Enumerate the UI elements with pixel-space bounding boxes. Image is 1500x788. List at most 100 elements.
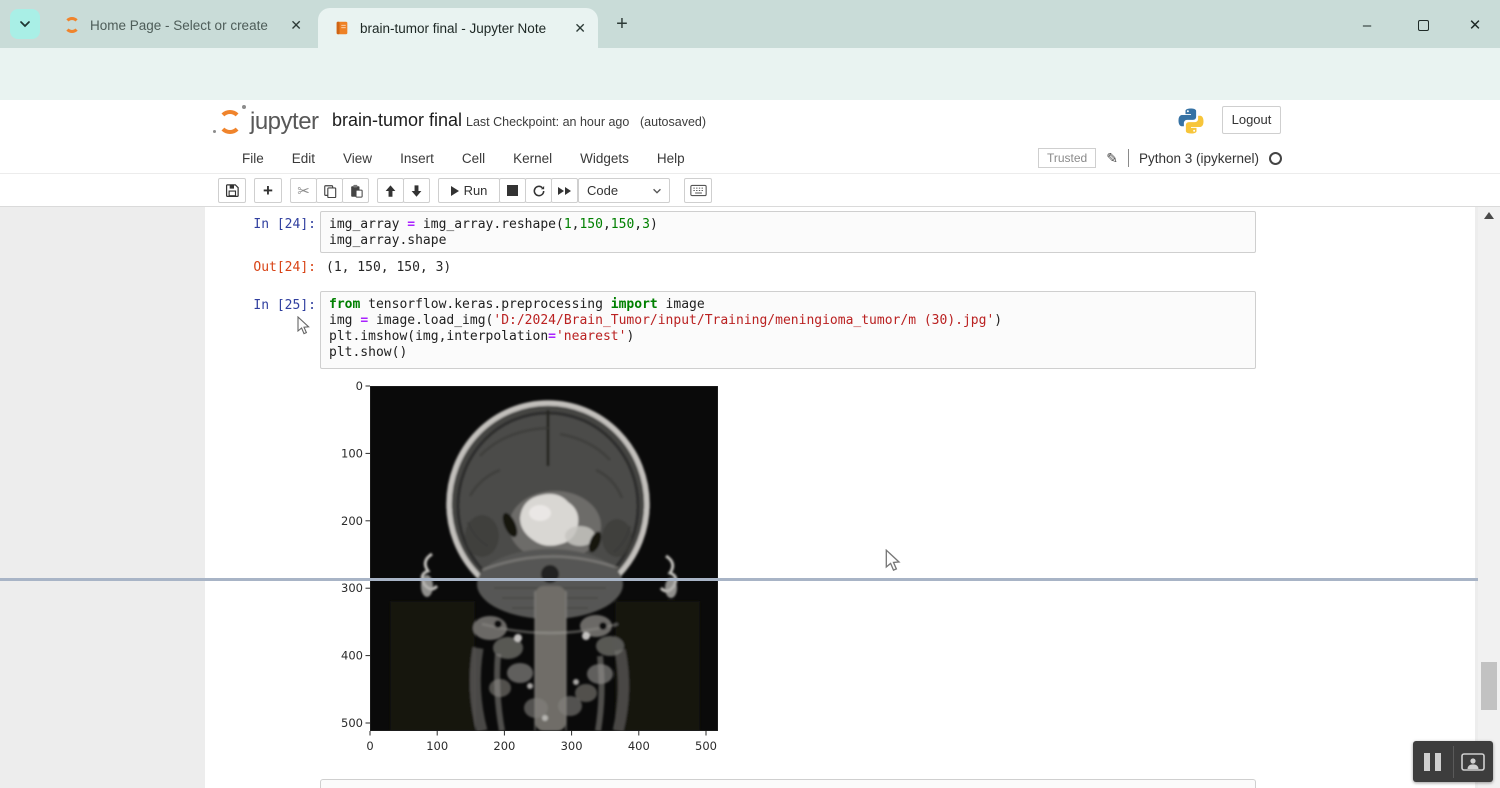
menu-file[interactable]: File — [228, 151, 278, 166]
cell-input-prompt: In [25]: — [230, 298, 316, 313]
interrupt-kernel-button[interactable] — [499, 178, 526, 203]
paste-cell-button[interactable] — [342, 178, 369, 203]
keyboard-shortcuts-button[interactable] — [684, 178, 712, 203]
tab-title: brain-tumor final - Jupyter Note — [360, 21, 560, 36]
edit-title-pencil-icon[interactable]: ✎ — [1106, 150, 1118, 167]
maximize-icon — [1418, 20, 1429, 31]
divider — [1128, 149, 1129, 167]
x-tick-label: 200 — [493, 739, 515, 753]
scrollbar-thumb[interactable] — [1481, 662, 1497, 710]
cut-cell-button[interactable]: ✂ — [290, 178, 317, 203]
code-cell-input[interactable]: img_array = img_array.reshape(1,150,150,… — [320, 211, 1256, 253]
keyboard-icon — [690, 184, 707, 197]
plus-icon: + — [263, 181, 273, 201]
notebook-container: In [24]: img_array = img_array.reshape(1… — [205, 207, 1475, 788]
move-cell-down-button[interactable] — [403, 178, 430, 203]
save-button[interactable] — [218, 178, 246, 203]
figure-y-axis: 0 100 200 300 400 500 — [341, 379, 370, 730]
x-tick-label: 500 — [695, 739, 717, 753]
arrow-up-icon — [384, 184, 397, 198]
code-line: img_array.shape — [329, 233, 1247, 249]
tab-search-button[interactable] — [10, 9, 40, 39]
code-line: img_array = img_array.reshape(1,150,150,… — [329, 217, 1247, 233]
webcam-frame-button[interactable] — [1454, 741, 1494, 782]
checkpoint-status: Last Checkpoint: an hour ago — [466, 115, 629, 129]
cell-output-prompt: Out[24]: — [230, 260, 316, 275]
menu-help[interactable]: Help — [643, 151, 699, 166]
jupyter-logo[interactable]: jupyter — [218, 108, 319, 136]
jupyter-logo-icon — [218, 110, 242, 134]
run-button[interactable]: Run — [438, 178, 500, 203]
trusted-badge: Trusted — [1038, 148, 1096, 168]
x-tick-label: 300 — [561, 739, 583, 753]
autosave-badge: (autosaved) — [640, 115, 706, 129]
move-cell-up-button[interactable] — [377, 178, 404, 203]
tab-close-button[interactable]: ✕ — [574, 20, 586, 37]
notebook-scroll-area[interactable]: In [24]: img_array = img_array.reshape(1… — [0, 207, 1500, 788]
logout-button[interactable]: Logout — [1222, 106, 1281, 134]
jupyter-header: jupyter brain-tumor final Last Checkpoin… — [0, 100, 1500, 143]
cell-output-text: (1, 150, 150, 3) — [326, 260, 451, 275]
window-minimize-button[interactable]: – — [1356, 14, 1378, 36]
x-tick-label: 0 — [366, 739, 373, 753]
copy-icon — [323, 184, 337, 198]
restart-icon — [532, 184, 546, 198]
window-close-button[interactable]: ✕ — [1464, 14, 1486, 36]
mri-figure: 0 100 200 300 400 500 0 100 — [330, 379, 740, 764]
tab-close-button[interactable]: ✕ — [290, 17, 302, 34]
browser-toolbar: localhost:8888/notebooks/brain-tumor%20f… — [0, 48, 1500, 100]
code-line: from tensorflow.keras.preprocessing impo… — [329, 297, 1247, 313]
run-label: Run — [464, 183, 488, 198]
tab-title: Home Page - Select or create a — [90, 18, 270, 33]
notebook-title[interactable]: brain-tumor final — [332, 110, 462, 131]
code-line: img = image.load_img('D:/2024/Brain_Tumo… — [329, 313, 1247, 329]
cell-type-select[interactable]: Code — [578, 178, 670, 203]
tab-notebook[interactable]: brain-tumor final - Jupyter Note ✕ — [318, 8, 598, 48]
menu-edit[interactable]: Edit — [278, 151, 329, 166]
x-tick-label: 100 — [426, 739, 448, 753]
tab-home-page[interactable]: Home Page - Select or create a ✕ — [48, 7, 314, 43]
copy-cell-button[interactable] — [316, 178, 343, 203]
figure-x-axis: 0 100 200 300 400 500 — [366, 731, 717, 753]
cell-input-prompt: In [24]: — [230, 217, 316, 232]
paste-icon — [349, 184, 363, 198]
menu-insert[interactable]: Insert — [386, 151, 448, 166]
menu-widgets[interactable]: Widgets — [566, 151, 643, 166]
recording-widget — [1413, 741, 1493, 782]
python-logo-icon — [1176, 106, 1206, 136]
pause-icon — [1424, 753, 1441, 771]
bottom-edge-line — [0, 578, 1500, 581]
stop-icon — [507, 185, 518, 196]
y-tick-label: 0 — [356, 379, 363, 393]
y-tick-label: 500 — [341, 716, 363, 730]
menu-cell[interactable]: Cell — [448, 151, 499, 166]
menu-view[interactable]: View — [329, 151, 386, 166]
mouse-cursor — [297, 316, 311, 336]
next-cell-partial[interactable] — [320, 779, 1256, 788]
y-tick-label: 100 — [341, 446, 363, 460]
add-cell-button[interactable]: + — [254, 178, 282, 203]
kernel-status-icon — [1269, 152, 1282, 165]
cell-type-value: Code — [587, 183, 651, 198]
new-tab-button[interactable]: + — [610, 12, 634, 36]
browser-tab-strip: Home Page - Select or create a ✕ brain-t… — [0, 0, 1500, 48]
run-icon — [451, 186, 459, 196]
mouse-cursor — [885, 549, 902, 573]
scroll-up-button[interactable] — [1484, 212, 1494, 219]
notebook-book-icon — [334, 20, 350, 36]
jupyter-favicon-icon — [64, 17, 80, 33]
screen: { "colors": { "tab_bar": "#c9dcd8", "bro… — [0, 0, 1500, 788]
mri-image — [370, 386, 718, 731]
save-icon — [225, 183, 240, 198]
notebook-toolbar: + ✂ Run Code — [0, 174, 1500, 207]
notebook-menubar: File Edit View Insert Cell Kernel Widget… — [0, 143, 1500, 174]
code-line: plt.imshow(img,interpolation='nearest') — [329, 329, 1247, 345]
restart-kernel-button[interactable] — [525, 178, 552, 203]
restart-run-all-button[interactable] — [551, 178, 578, 203]
fast-forward-icon — [565, 187, 571, 195]
window-maximize-button[interactable] — [1412, 14, 1434, 36]
pause-button[interactable] — [1413, 741, 1453, 782]
code-cell-input[interactable]: from tensorflow.keras.preprocessing impo… — [320, 291, 1256, 369]
jupyter-logo-dot — [213, 130, 216, 133]
menu-kernel[interactable]: Kernel — [499, 151, 566, 166]
